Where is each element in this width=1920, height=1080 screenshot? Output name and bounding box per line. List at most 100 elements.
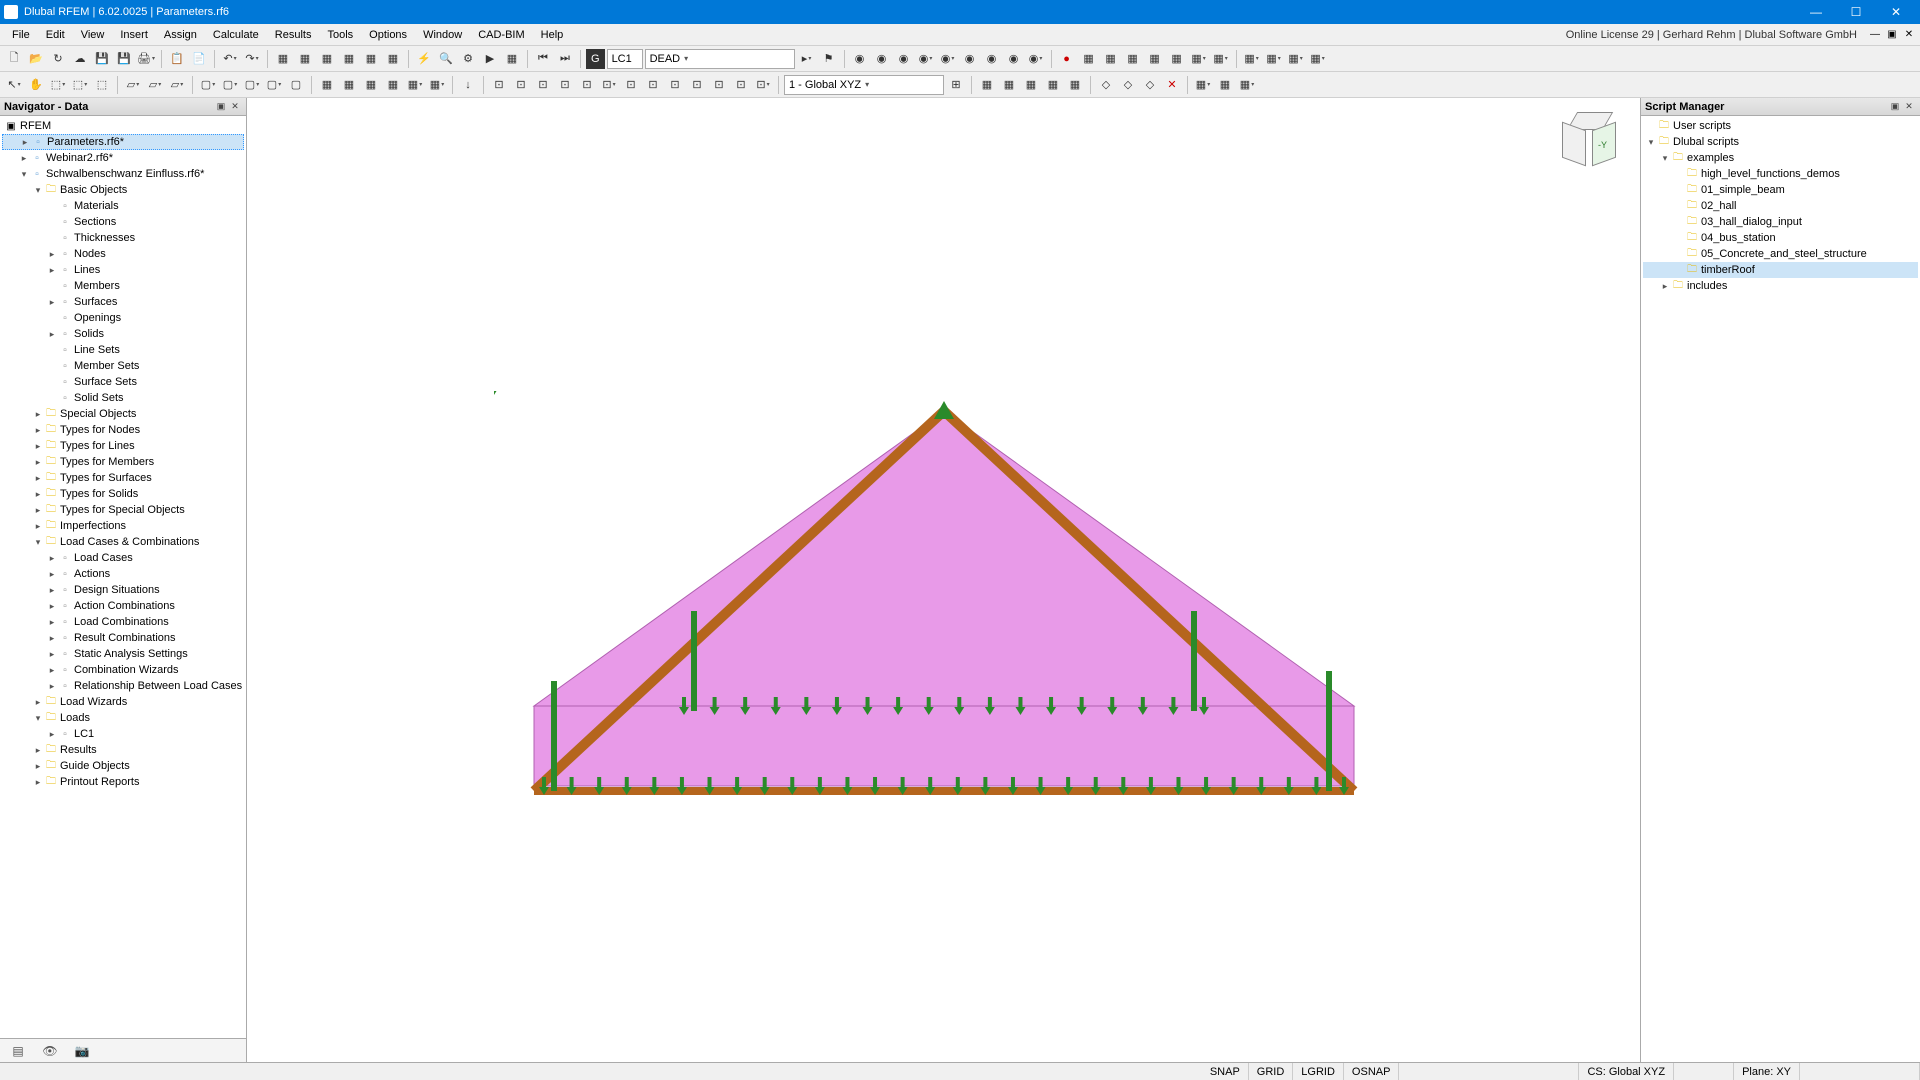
sel-c-icon[interactable]: ⬚ (48, 75, 68, 95)
basic-object-item[interactable]: ▸▫Lines (2, 262, 244, 278)
collapse-icon[interactable]: ▾ (32, 713, 44, 724)
load-case-name-combo[interactable]: DEAD▾ (645, 49, 795, 69)
grid-e-icon[interactable]: ▦ (1065, 75, 1085, 95)
collapse-icon[interactable]: ▾ (1645, 137, 1657, 148)
save-icon[interactable]: 💾 (92, 49, 112, 69)
nav-group[interactable]: ▸🗀Types for Special Objects (2, 502, 244, 518)
collapse-icon[interactable]: ▾ (32, 185, 44, 196)
loadcomb-item[interactable]: ▸▫Action Combinations (2, 598, 244, 614)
expand-icon[interactable]: ▸ (32, 697, 44, 708)
obj-b-icon[interactable]: ▢ (220, 75, 240, 95)
opt-c-icon[interactable]: ▦ (1237, 75, 1257, 95)
expand-icon[interactable]: ▸ (32, 409, 44, 420)
loadcomb-item[interactable]: ▸▫Result Combinations (2, 630, 244, 646)
mod-d-icon[interactable]: ▦ (383, 75, 403, 95)
node-dlubal-scripts[interactable]: ▾ 🗀 Dlubal scripts (1643, 134, 1918, 150)
script-example[interactable]: 🗀timberRoof (1643, 262, 1918, 278)
undo-icon[interactable]: ↶ (220, 49, 240, 69)
tool-j-icon[interactable]: ▦ (1079, 49, 1099, 69)
snap-j-icon[interactable]: ⊡ (687, 75, 707, 95)
snap-e-icon[interactable]: ⊡ (577, 75, 597, 95)
nav-group[interactable]: ▸🗀Guide Objects (2, 758, 244, 774)
menu-cad-bim[interactable]: CAD-BIM (470, 27, 532, 43)
paste-icon[interactable]: 📄 (189, 49, 209, 69)
expand-icon[interactable]: ▸ (46, 569, 58, 580)
nav-group[interactable]: ▸🗀Special Objects (2, 406, 244, 422)
panel-pin-icon[interactable]: ▣ (214, 100, 228, 114)
script-tree[interactable]: 🗀 User scripts ▾ 🗀 Dlubal scripts ▾ 🗀 ex… (1641, 116, 1920, 1062)
expand-icon[interactable]: ▸ (32, 473, 44, 484)
collapse-icon[interactable]: ▾ (32, 537, 44, 548)
draw-a-icon[interactable]: ▱ (123, 75, 143, 95)
min-panel-icon[interactable]: — (1868, 28, 1882, 42)
view-e-icon[interactable]: ◉ (938, 49, 958, 69)
view-f-icon[interactable]: ◉ (960, 49, 980, 69)
basic-object-item[interactable]: ▫Thicknesses (2, 230, 244, 246)
nav-group[interactable]: ▸🗀Types for Lines (2, 438, 244, 454)
snap-c-icon[interactable]: ⊡ (533, 75, 553, 95)
basic-object-item[interactable]: ▸▫Nodes (2, 246, 244, 262)
tool-m-icon[interactable]: ▦ (1145, 49, 1165, 69)
expand-icon[interactable]: ▸ (32, 457, 44, 468)
cancel-x-icon[interactable]: ✕ (1162, 75, 1182, 95)
obj-c-icon[interactable]: ▢ (242, 75, 262, 95)
panel-pin-icon[interactable]: ▣ (1888, 100, 1902, 114)
nav-group[interactable]: ▸🗀Types for Surfaces (2, 470, 244, 486)
expand-icon[interactable]: ▸ (32, 425, 44, 436)
ax-c-icon[interactable]: ◇ (1140, 75, 1160, 95)
status-lgrid[interactable]: LGRID (1293, 1063, 1344, 1080)
expand-icon[interactable]: ▸ (46, 665, 58, 676)
view-b-icon[interactable]: ◉ (872, 49, 892, 69)
nav-group[interactable]: ▸🗀Types for Members (2, 454, 244, 470)
nav-group[interactable]: ▸🗀Imperfections (2, 518, 244, 534)
script-example[interactable]: 🗀high_level_functions_demos (1643, 166, 1918, 182)
file-schwalben[interactable]: ▾ ▫ Schwalbenschwanz Einfluss.rf6* (2, 166, 244, 182)
grid-b-icon[interactable]: ▦ (999, 75, 1019, 95)
disp-a-icon[interactable]: ▦ (1242, 49, 1262, 69)
loadcomb-item[interactable]: ▸▫Actions (2, 566, 244, 582)
snap-l-icon[interactable]: ⊡ (731, 75, 751, 95)
expand-icon[interactable]: ▸ (46, 553, 58, 564)
copy-icon[interactable]: 📋 (167, 49, 187, 69)
expand-icon[interactable]: ▸ (32, 761, 44, 772)
expand-icon[interactable]: ▸ (46, 681, 58, 692)
expand-icon[interactable]: ▸ (1659, 281, 1671, 292)
lc-opt-icon[interactable]: ▸ (797, 49, 817, 69)
grid-d-icon[interactable]: ▦ (1043, 75, 1063, 95)
snap-g-icon[interactable]: ⊡ (621, 75, 641, 95)
redo-icon[interactable]: ↷ (242, 49, 262, 69)
script-example[interactable]: 🗀02_hall (1643, 198, 1918, 214)
tab-display-icon[interactable]: 👁 (40, 1043, 60, 1059)
menu-tools[interactable]: Tools (319, 27, 361, 43)
maximize-button[interactable]: ☐ (1836, 1, 1876, 23)
expand-icon[interactable]: ▸ (19, 137, 31, 148)
render-3-icon[interactable]: ▦ (317, 49, 337, 69)
snap-h-icon[interactable]: ⊡ (643, 75, 663, 95)
render-2-icon[interactable]: ▦ (295, 49, 315, 69)
view-cube[interactable]: -Y (1562, 112, 1620, 170)
snap-k-icon[interactable]: ⊡ (709, 75, 729, 95)
collapse-icon[interactable]: ▾ (18, 169, 30, 180)
mod-c-icon[interactable]: ▦ (361, 75, 381, 95)
tool-p-icon[interactable]: ▦ (1211, 49, 1231, 69)
status-snap[interactable]: SNAP (1202, 1063, 1249, 1080)
view-c-icon[interactable]: ◉ (894, 49, 914, 69)
sel-e-icon[interactable]: ⬚ (92, 75, 112, 95)
expand-icon[interactable]: ▸ (32, 745, 44, 756)
loadcomb-item[interactable]: ▸▫Design Situations (2, 582, 244, 598)
group-load-wizards[interactable]: ▸ 🗀 Load Wizards (2, 694, 244, 710)
disp-b-icon[interactable]: ▦ (1264, 49, 1284, 69)
menu-insert[interactable]: Insert (112, 27, 156, 43)
mod-b-icon[interactable]: ▦ (339, 75, 359, 95)
sel-a-icon[interactable]: ↖ (4, 75, 24, 95)
snap-m-icon[interactable]: ⊡ (753, 75, 773, 95)
basic-object-item[interactable]: ▫Member Sets (2, 358, 244, 374)
load-a-icon[interactable]: ↓ (458, 75, 478, 95)
group-basic-objects[interactable]: ▾ 🗀 Basic Objects (2, 182, 244, 198)
expand-icon[interactable]: ▸ (18, 153, 30, 164)
disp-d-icon[interactable]: ▦ (1308, 49, 1328, 69)
panel-close-icon[interactable]: ✕ (1902, 100, 1916, 114)
expand-icon[interactable]: ▸ (46, 649, 58, 660)
node-examples[interactable]: ▾ 🗀 examples (1643, 150, 1918, 166)
loadcomb-item[interactable]: ▸▫Load Cases (2, 550, 244, 566)
